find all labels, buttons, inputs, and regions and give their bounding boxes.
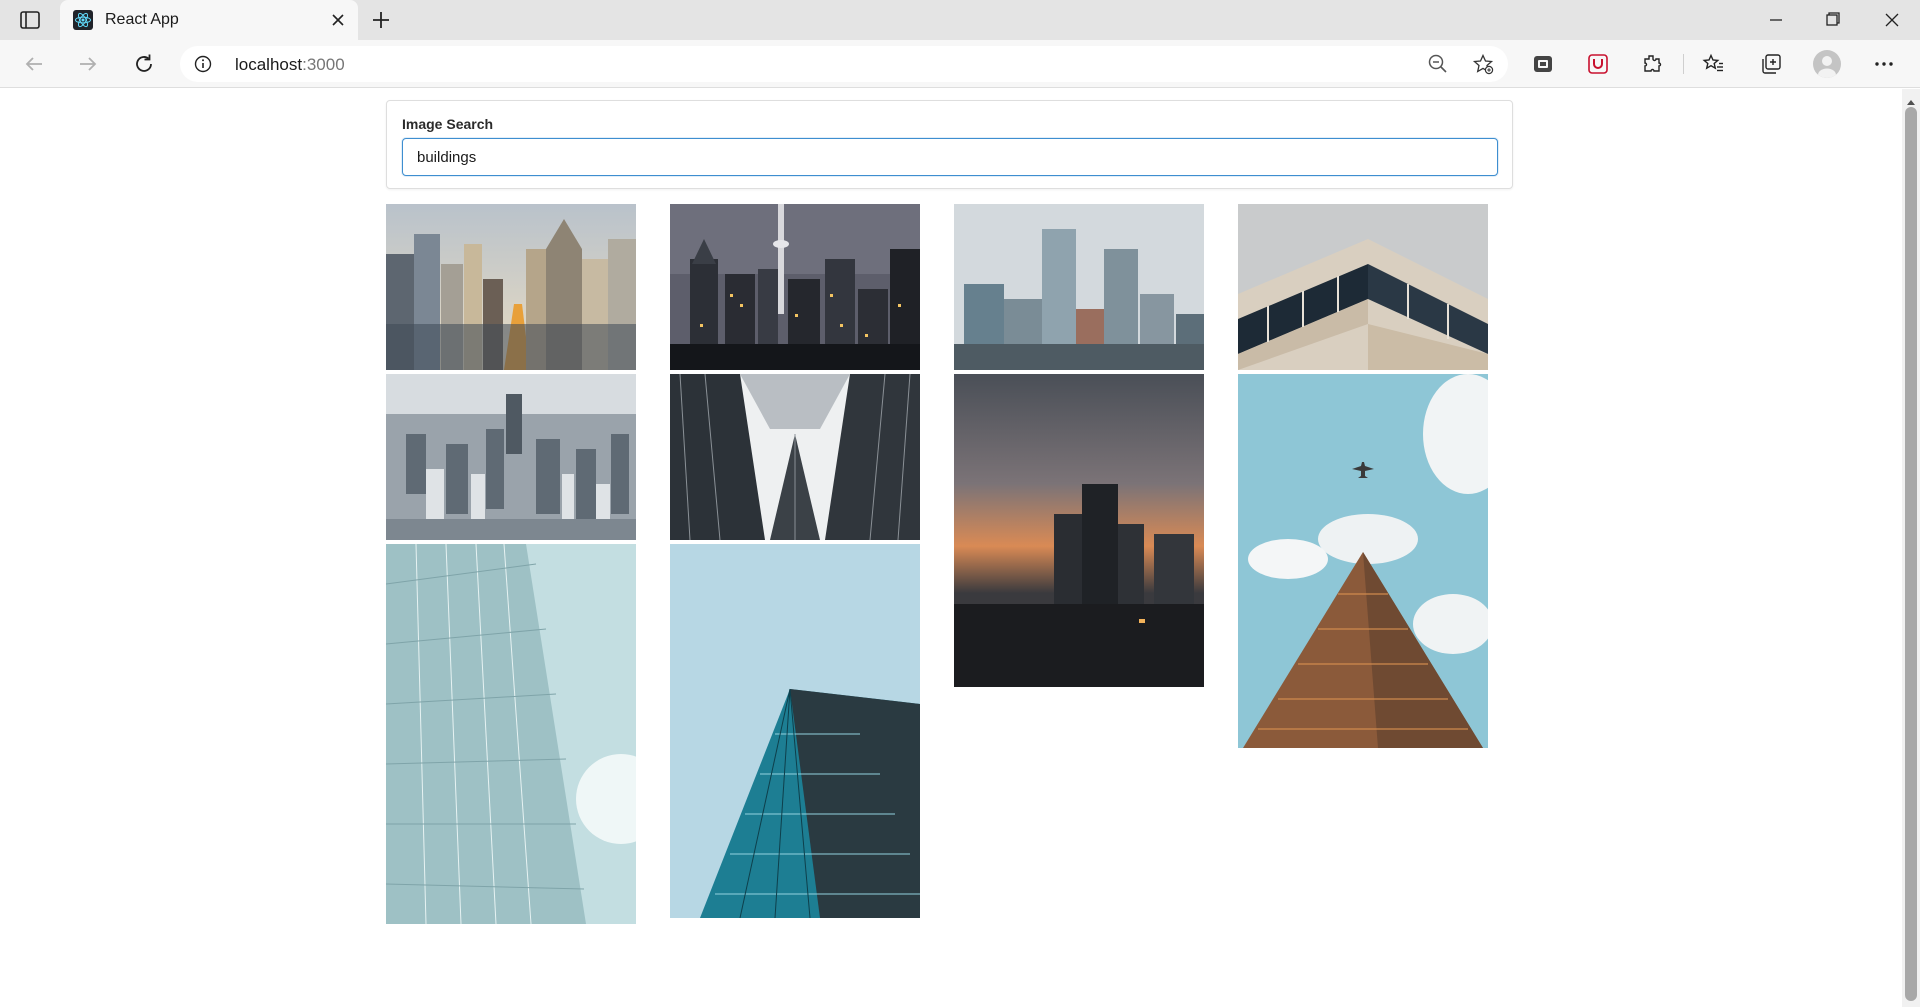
close-tab-icon[interactable]: [328, 10, 348, 30]
gallery-image[interactable]: [386, 374, 636, 540]
react-logo-icon: [73, 10, 93, 30]
gallery-image[interactable]: [386, 204, 636, 370]
profile-avatar[interactable]: [1813, 50, 1841, 78]
zoom-out-icon[interactable]: [1427, 53, 1449, 75]
toolbar-divider: [1683, 54, 1684, 74]
gallery-image[interactable]: [1238, 204, 1488, 370]
tab-actions-icon[interactable]: [18, 9, 42, 31]
gallery-image[interactable]: [670, 544, 920, 918]
page-viewport: [0, 89, 1902, 1007]
reload-icon[interactable]: [130, 50, 158, 78]
navigation-bar: localhost:3000: [0, 40, 1920, 88]
gallery-image[interactable]: [954, 374, 1204, 687]
tab-title: React App: [105, 11, 179, 28]
new-tab-icon[interactable]: [370, 9, 392, 31]
scroll-up-icon[interactable]: [1906, 93, 1916, 105]
active-tab[interactable]: React App: [60, 0, 358, 40]
extensions-icon[interactable]: [1640, 52, 1664, 76]
gallery-image[interactable]: [670, 374, 920, 540]
site-info-icon[interactable]: [194, 55, 212, 73]
back-icon[interactable]: [20, 50, 48, 78]
favorites-icon[interactable]: [1702, 52, 1726, 76]
extension-icon[interactable]: [1531, 52, 1555, 76]
url-port: :3000: [302, 55, 345, 74]
forward-icon[interactable]: [74, 50, 102, 78]
tab-strip: React App: [0, 0, 1920, 40]
search-label: Image Search: [402, 116, 494, 132]
address-bar[interactable]: localhost:3000: [180, 46, 1508, 82]
gallery-image[interactable]: [670, 204, 920, 370]
url-host: localhost: [235, 55, 303, 74]
scrollbar-thumb[interactable]: [1905, 107, 1917, 1001]
add-favorite-icon[interactable]: [1472, 53, 1494, 75]
search-input[interactable]: [402, 138, 1498, 176]
vertical-scrollbar[interactable]: [1902, 89, 1920, 1007]
more-options-icon[interactable]: [1872, 52, 1896, 76]
save-extension-icon[interactable]: [1586, 52, 1610, 76]
url-text[interactable]: localhost:3000: [235, 55, 345, 75]
minimize-icon[interactable]: [1752, 4, 1800, 36]
collections-icon[interactable]: [1759, 52, 1783, 76]
restore-icon[interactable]: [1808, 4, 1856, 36]
gallery-image[interactable]: [954, 204, 1204, 370]
gallery-image[interactable]: [1238, 374, 1488, 748]
search-form: Image Search: [386, 100, 1513, 189]
gallery-image[interactable]: [386, 544, 636, 924]
close-window-icon[interactable]: [1868, 4, 1916, 36]
